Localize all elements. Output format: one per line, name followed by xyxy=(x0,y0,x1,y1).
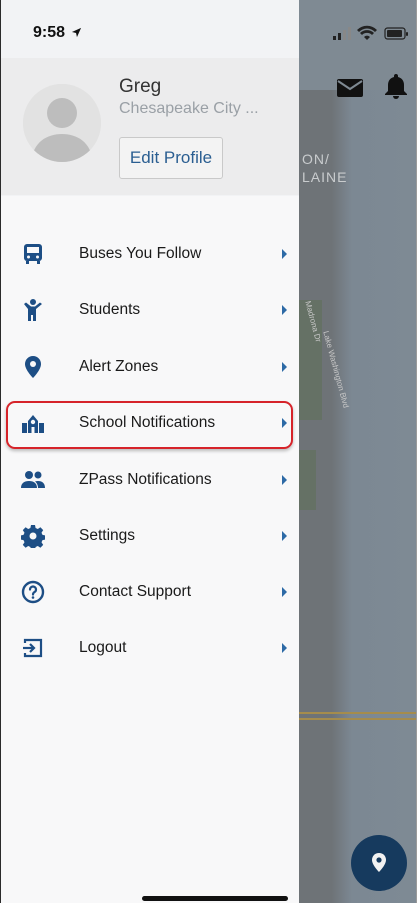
envelope-icon[interactable] xyxy=(336,78,364,98)
menu-item-buses-you-follow[interactable]: Buses You Follow xyxy=(1,232,299,276)
menu-item-label: School Notifications xyxy=(79,414,216,431)
logout-icon xyxy=(23,638,43,658)
wifi-icon xyxy=(357,25,377,40)
location-fab-button[interactable] xyxy=(351,835,407,891)
map-park xyxy=(298,450,316,510)
caret-right-icon xyxy=(282,418,287,428)
map-neighborhood-label: ON/ LAINE xyxy=(302,151,348,185)
caret-right-icon xyxy=(282,475,287,485)
users-icon xyxy=(21,471,45,488)
menu-item-label: Contact Support xyxy=(79,583,192,600)
question-circle-icon xyxy=(21,580,45,604)
menu-item-label: Settings xyxy=(79,527,136,544)
menu-item-zpass-notifications[interactable]: ZPass Notifications xyxy=(1,458,299,502)
menu-item-settings[interactable]: Settings xyxy=(1,514,299,558)
signal-icon xyxy=(333,27,351,40)
menu-item-logout[interactable]: Logout xyxy=(1,626,299,670)
bell-icon[interactable] xyxy=(384,72,408,100)
location-arrow-icon xyxy=(72,28,82,38)
caret-right-icon xyxy=(282,362,287,372)
battery-icon xyxy=(384,27,408,40)
menu-item-contact-support[interactable]: Contact Support xyxy=(1,570,299,614)
caret-right-icon xyxy=(282,587,287,597)
menu-item-label: Students xyxy=(79,301,141,318)
user-silhouette-icon xyxy=(23,84,101,162)
menu-item-label: Buses You Follow xyxy=(79,245,202,262)
menu-item-label: Logout xyxy=(79,639,127,656)
home-indicator xyxy=(142,896,288,901)
map-view[interactable]: ON/ LAINE Madrona Dr Lake Washington Blv… xyxy=(298,0,416,903)
menu-item-label: ZPass Notifications xyxy=(79,471,212,488)
menu-item-alert-zones[interactable]: Alert Zones xyxy=(1,345,299,389)
status-time: 9:58 xyxy=(33,24,82,42)
caret-right-icon xyxy=(282,531,287,541)
map-marker-icon xyxy=(25,356,41,378)
caret-right-icon xyxy=(282,643,287,653)
school-icon xyxy=(22,415,44,433)
menu-item-students[interactable]: Students xyxy=(1,288,299,332)
caret-right-icon xyxy=(282,249,287,259)
side-drawer: 9:58 Greg Chesapeake City ... Edit Profi… xyxy=(1,0,299,903)
profile-district: Chesapeake City ... xyxy=(119,100,259,117)
gear-icon xyxy=(21,525,45,548)
menu-item-school-notifications[interactable]: School Notifications xyxy=(1,401,299,445)
child-icon xyxy=(24,299,42,321)
app-frame: ON/ LAINE Madrona Dr Lake Washington Blv… xyxy=(0,0,417,903)
status-icons xyxy=(333,25,408,40)
caret-right-icon xyxy=(282,305,287,315)
map-marker-icon xyxy=(372,853,386,872)
map-road xyxy=(298,718,416,720)
avatar[interactable] xyxy=(23,84,101,162)
edit-profile-button[interactable]: Edit Profile xyxy=(119,137,223,179)
bus-icon xyxy=(24,244,42,264)
menu-item-label: Alert Zones xyxy=(79,358,159,375)
profile-name: Greg xyxy=(119,76,162,97)
map-road xyxy=(298,712,416,714)
